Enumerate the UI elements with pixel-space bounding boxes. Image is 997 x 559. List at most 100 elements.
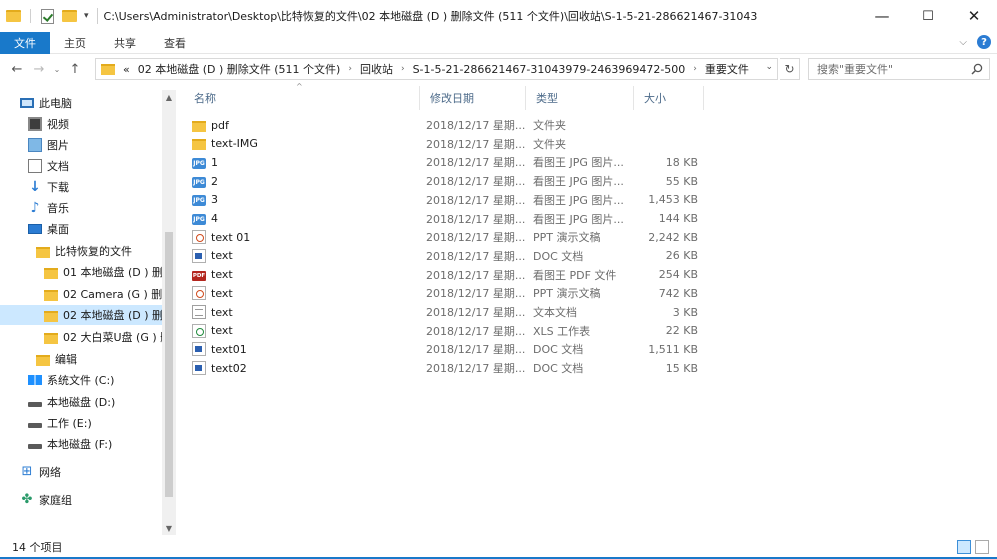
expand-ribbon-icon[interactable]: ⌵ bbox=[959, 37, 967, 48]
nav-label: 编辑 bbox=[55, 353, 77, 366]
jpg-file-icon: JPG bbox=[192, 157, 206, 169]
breadcrumb-drive-folder[interactable]: 02 本地磁盘 (D ) 删除文件 (511 个文件) bbox=[138, 61, 341, 77]
windows-drive-icon bbox=[28, 375, 42, 385]
file-name: text02 bbox=[211, 361, 247, 375]
breadcrumb-sid-folder[interactable]: S-1-5-21-286621467-31043979-2463969472-5… bbox=[413, 63, 686, 76]
address-bar[interactable]: « 02 本地磁盘 (D ) 删除文件 (511 个文件) › 回收站 › S-… bbox=[95, 58, 778, 80]
scroll-up-icon[interactable]: ▲ bbox=[162, 90, 176, 104]
table-row[interactable]: pdf 2018/12/17 星期... 文件夹 bbox=[192, 116, 708, 134]
back-button[interactable]: ← bbox=[6, 58, 28, 80]
table-row[interactable]: text 2018/12/17 星期... XLS 工作表 22 KB bbox=[192, 322, 708, 340]
cell-date: 2018/12/17 星期... bbox=[426, 287, 526, 301]
new-folder-icon[interactable] bbox=[62, 8, 78, 24]
cell-date: 2018/12/17 星期... bbox=[426, 231, 526, 245]
nav-label: 02 本地磁盘 (D ) 删 bbox=[63, 309, 162, 322]
document-icon bbox=[28, 159, 42, 173]
file-name: text01 bbox=[211, 342, 247, 356]
recent-locations-button[interactable]: ⌄ bbox=[50, 65, 64, 74]
customize-toolbar-icon[interactable]: ▾ bbox=[84, 11, 89, 21]
doc-file-icon bbox=[192, 248, 206, 263]
table-row[interactable]: text 2018/12/17 星期... DOC 文档 26 KB bbox=[192, 247, 708, 265]
refresh-button[interactable]: ↻ bbox=[780, 58, 800, 80]
table-row[interactable]: JPG 4 2018/12/17 星期... 看图王 JPG 图片... 144 KB bbox=[192, 210, 708, 228]
cell-date: 2018/12/17 星期... bbox=[426, 306, 526, 319]
homegroup-icon: ✤ bbox=[21, 492, 33, 507]
tab-file[interactable]: 文件 bbox=[0, 31, 50, 54]
cell-type: 看图王 JPG 图片... bbox=[533, 212, 624, 226]
nav-item-homegroup[interactable]: ✤ 家庭组 bbox=[20, 490, 180, 510]
picture-icon bbox=[28, 138, 42, 152]
breadcrumb-overflow[interactable]: « bbox=[123, 63, 130, 76]
cell-type: PPT 演示文稿 bbox=[533, 287, 601, 301]
cell-type: 看图王 JPG 图片... bbox=[533, 156, 624, 170]
nav-item-02-usb-drive[interactable]: 02 大白菜U盘 (G ) 删 bbox=[44, 327, 162, 347]
table-row[interactable]: text 2018/12/17 星期... PPT 演示文稿 742 KB bbox=[192, 284, 708, 302]
breadcrumb-current-folder[interactable]: 重要文件 bbox=[705, 61, 749, 77]
scrollbar-thumb[interactable] bbox=[165, 232, 173, 497]
cell-date: 2018/12/17 星期... bbox=[426, 324, 526, 338]
column-label: 修改日期 bbox=[430, 92, 474, 105]
table-row[interactable]: JPG 1 2018/12/17 星期... 看图王 JPG 图片... 18 KB bbox=[192, 153, 708, 171]
table-row[interactable]: JPG 3 2018/12/17 星期... 看图王 JPG 图片... 1,453 K… bbox=[192, 191, 708, 209]
search-input[interactable] bbox=[817, 62, 967, 76]
column-label: 类型 bbox=[536, 92, 558, 105]
nav-label: 本地磁盘 (F:) bbox=[47, 438, 113, 451]
breadcrumb-separator-icon[interactable]: › bbox=[348, 64, 352, 74]
search-icon[interactable] bbox=[971, 63, 983, 75]
minimize-button[interactable]: — bbox=[859, 0, 905, 32]
table-row[interactable]: JPG 2 2018/12/17 星期... 看图王 JPG 图片... 55 KB bbox=[192, 172, 708, 190]
column-header-date[interactable]: 修改日期 bbox=[420, 86, 526, 110]
large-icons-view-icon[interactable] bbox=[975, 540, 989, 554]
cell-name: text02 bbox=[192, 359, 412, 377]
table-row[interactable]: text 2018/12/17 星期... 文本文档 3 KB bbox=[192, 303, 708, 321]
column-header-type[interactable]: 类型 bbox=[526, 86, 634, 110]
cell-date: 2018/12/17 星期... bbox=[426, 268, 526, 282]
column-header-name[interactable]: 名称 ^ bbox=[184, 82, 420, 110]
cell-type: DOC 文档 bbox=[533, 343, 584, 357]
forward-button[interactable]: → bbox=[28, 58, 50, 80]
column-label: 大小 bbox=[644, 92, 666, 105]
table-row[interactable]: text-IMG 2018/12/17 星期... 文件夹 bbox=[192, 135, 708, 153]
network-icon: ⊞ bbox=[21, 464, 33, 479]
cell-size: 18 KB bbox=[665, 155, 698, 169]
breadcrumb-separator-icon[interactable]: › bbox=[693, 64, 697, 74]
cell-date: 2018/12/17 星期... bbox=[426, 137, 526, 151]
cell-name: JPG 3 bbox=[192, 191, 412, 209]
folder-icon bbox=[44, 332, 58, 344]
nav-item-this-pc[interactable]: 此电脑 bbox=[20, 93, 180, 113]
nav-item-network[interactable]: ⊞ 网络 bbox=[20, 462, 180, 482]
column-header-size[interactable]: 大小 bbox=[634, 86, 704, 110]
maximize-button[interactable]: ☐ bbox=[905, 0, 951, 32]
scroll-down-icon[interactable]: ▼ bbox=[162, 521, 176, 535]
table-row[interactable]: text02 2018/12/17 星期... DOC 文档 15 KB bbox=[192, 359, 708, 377]
cell-type: 看图王 JPG 图片... bbox=[533, 193, 624, 207]
address-dropdown-icon[interactable]: ⌄ bbox=[765, 62, 773, 72]
cell-name: text01 bbox=[192, 340, 412, 358]
cell-date: 2018/12/17 星期... bbox=[426, 212, 526, 226]
table-row[interactable]: PDF text 2018/12/17 星期... 看图王 PDF 文件 254 KB bbox=[192, 266, 708, 284]
tab-view[interactable]: 查看 bbox=[150, 32, 200, 54]
cell-date: 2018/12/17 星期... bbox=[426, 119, 526, 132]
tab-home[interactable]: 主页 bbox=[50, 32, 100, 54]
nav-label: 图片 bbox=[47, 139, 69, 152]
pdf-file-icon: PDF bbox=[192, 270, 206, 281]
breadcrumb-recycle-bin[interactable]: 回收站 bbox=[360, 61, 393, 77]
tab-share[interactable]: 共享 bbox=[100, 32, 150, 54]
table-row[interactable]: text 01 2018/12/17 星期... PPT 演示文稿 2,242 KB bbox=[192, 228, 708, 246]
view-switcher bbox=[957, 540, 989, 554]
properties-icon[interactable] bbox=[41, 8, 54, 24]
file-name: text bbox=[211, 268, 233, 282]
table-row[interactable]: text01 2018/12/17 星期... DOC 文档 1,511 KB bbox=[192, 340, 708, 358]
up-button[interactable]: ↑ bbox=[64, 58, 86, 80]
nav-item-02-camera[interactable]: 02 Camera (G ) 删除 bbox=[44, 284, 162, 304]
nav-item-02-local-disk[interactable]: 02 本地磁盘 (D ) 删 bbox=[0, 305, 162, 325]
jpg-file-icon: JPG bbox=[192, 176, 206, 188]
cell-size: 1,511 KB bbox=[648, 342, 698, 356]
close-button[interactable]: ✕ bbox=[951, 0, 997, 32]
nav-item-01-local-disk[interactable]: 01 本地磁盘 (D ) 删 bbox=[44, 262, 162, 282]
details-view-icon[interactable] bbox=[957, 540, 971, 554]
nav-scrollbar[interactable]: ▲ ▼ bbox=[162, 90, 176, 535]
cell-type: 文件夹 bbox=[533, 119, 566, 132]
help-icon[interactable]: ? bbox=[977, 35, 991, 49]
breadcrumb-separator-icon[interactable]: › bbox=[401, 64, 405, 74]
